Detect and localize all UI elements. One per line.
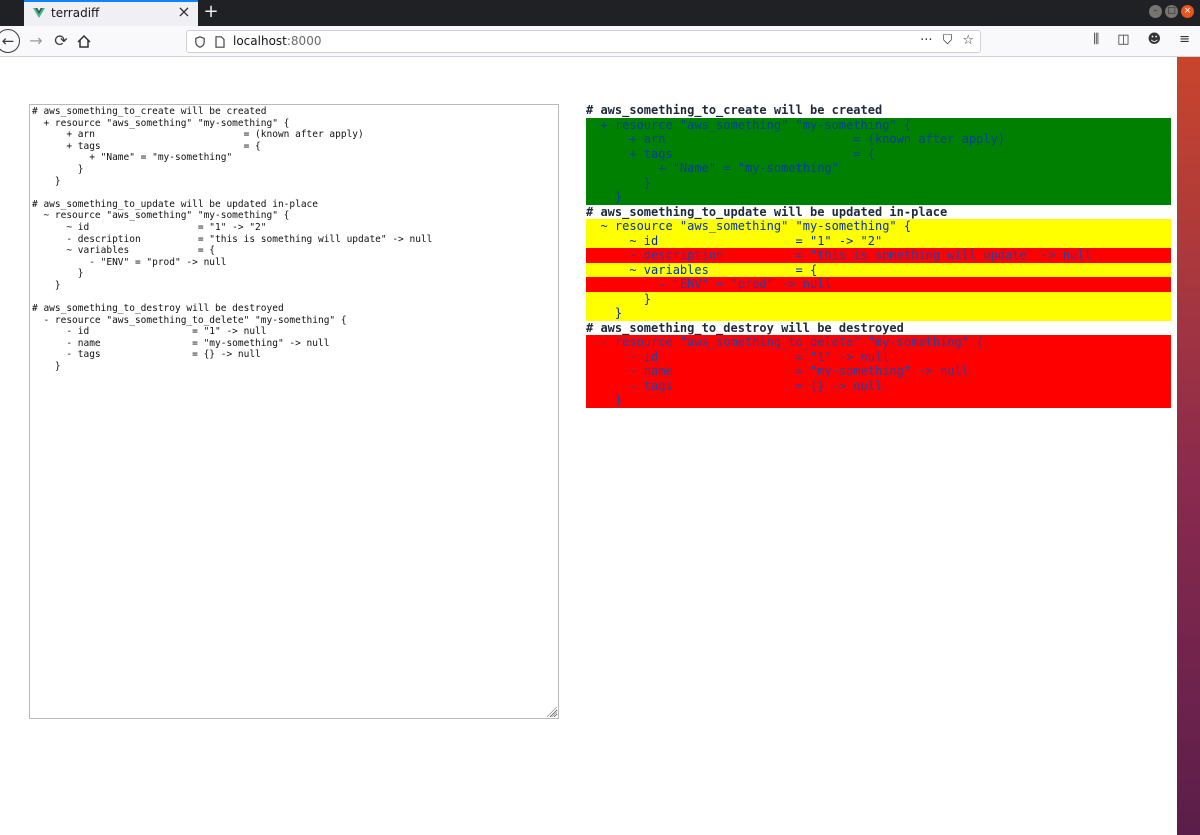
page-icon[interactable] xyxy=(215,36,225,48)
active-tab-indicator xyxy=(24,0,198,2)
minimize-icon[interactable]: – xyxy=(1149,5,1162,18)
diff-header-line: # aws_something_to_update will be update… xyxy=(586,204,948,219)
diff-line-remove: - resource "aws_something_to_delete" "my… xyxy=(586,335,1171,350)
pocket-icon[interactable]: ⛉ xyxy=(943,33,953,48)
diff-line-create: + arn = (known after apply) xyxy=(586,132,1171,147)
diff-line-remove: } xyxy=(586,393,1171,408)
forward-arrow-icon[interactable]: → xyxy=(25,30,47,52)
reload-icon[interactable]: ⟳ xyxy=(50,30,72,52)
diff-line-create: } xyxy=(586,190,1171,205)
library-icon[interactable]: ⫼ xyxy=(1093,32,1099,47)
tab-title: terradiff xyxy=(51,6,100,20)
url-port: :8000 xyxy=(286,34,322,48)
resize-handle-icon[interactable] xyxy=(547,707,557,717)
url-text[interactable]: localhost:8000 xyxy=(233,34,321,48)
diff-line-update: } xyxy=(586,306,1171,321)
diff-line-remove: - tags = {} -> null xyxy=(586,378,1171,393)
close-icon[interactable]: × xyxy=(176,4,192,20)
diff-line-remove: - description = "this is something will … xyxy=(586,248,1171,263)
window-close-icon[interactable]: × xyxy=(1181,5,1194,18)
diff-header-line: # aws_something_to_destroy will be destr… xyxy=(586,320,904,335)
terraform-plan-input[interactable]: # aws_something_to_create will be create… xyxy=(29,104,559,719)
plus-icon[interactable]: + xyxy=(202,3,220,21)
hamburger-menu-icon[interactable]: ≡ xyxy=(1179,32,1190,47)
tab-strip: terradiff × + – □ × xyxy=(0,0,1200,26)
more-icon[interactable]: ··· xyxy=(920,33,932,48)
address-bar[interactable]: localhost:8000 ··· ⛉ ☆ xyxy=(186,30,981,53)
vue-logo-icon xyxy=(33,8,45,18)
back-arrow-icon[interactable]: ← xyxy=(0,29,20,53)
diff-line-remove: - "ENV" = "prod" -> null xyxy=(586,277,1171,292)
diff-line-update: ~ variables = { xyxy=(586,262,1171,277)
account-icon[interactable]: ☻ xyxy=(1148,32,1162,47)
browser-tab[interactable]: terradiff × xyxy=(24,0,198,26)
diff-line-create: + "Name" = "my-something" xyxy=(586,161,1171,176)
diff-line-create: } xyxy=(586,175,1171,190)
shield-icon[interactable] xyxy=(195,36,205,48)
star-icon[interactable]: ☆ xyxy=(962,33,974,48)
toolbar-buttons: ⫼ ◫ ☻ ≡ xyxy=(1093,32,1190,47)
maximize-icon[interactable]: □ xyxy=(1165,5,1178,18)
diff-line-remove: - name = "my-something" -> null xyxy=(586,364,1171,379)
diff-header-line: # aws_something_to_create will be create… xyxy=(586,103,883,117)
sidebar-icon[interactable]: ◫ xyxy=(1117,32,1129,47)
desktop-background xyxy=(1177,57,1200,835)
diff-line-update: ~ id = "1" -> "2" xyxy=(586,233,1171,248)
home-icon[interactable] xyxy=(77,35,91,48)
navigation-toolbar: ← → ⟳ localhost:8000 ··· ⛉ ☆ ⫼ ◫ ☻ ≡ xyxy=(0,26,1200,57)
diff-line-update: } xyxy=(586,291,1171,306)
diff-line-create: + tags = { xyxy=(586,146,1171,161)
diff-line-update: ~ resource "aws_something" "my-something… xyxy=(586,219,1171,234)
url-host: localhost xyxy=(233,34,287,48)
diff-line-remove: - id = "1" -> null xyxy=(586,349,1171,364)
diff-output: # aws_something_to_create will be create… xyxy=(586,103,1171,408)
page-viewport: # aws_something_to_create will be create… xyxy=(0,57,1177,835)
url-actions: ··· ⛉ ☆ xyxy=(920,33,974,48)
window-controls: – □ × xyxy=(1149,5,1194,21)
diff-line-create: + resource "aws_something" "my-something… xyxy=(586,117,1171,132)
